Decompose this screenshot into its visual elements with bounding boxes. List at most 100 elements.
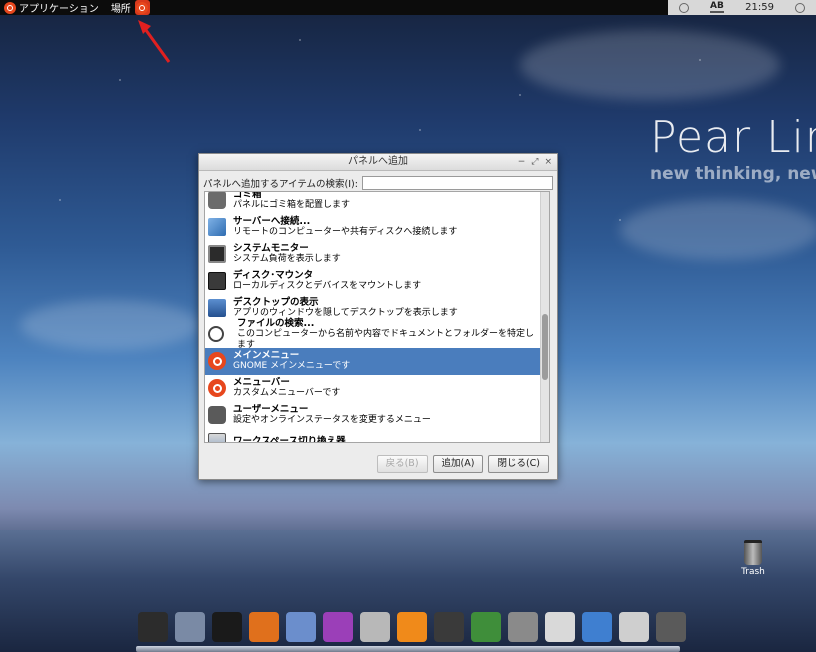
maximize-icon[interactable]: ⤢ [531,154,538,170]
search-icon [208,326,224,343]
list-item[interactable]: サーバーへ接続... リモートのコンピューターや共有ディスクへ接続します [205,214,541,241]
dialog-buttons: 戻る(B) 追加(A) 閉じる(C) [376,455,549,473]
show-desktop-icon [208,298,226,317]
power-icon[interactable] [795,2,806,13]
list-item-description: システム負荷を表示します [233,253,341,264]
list-item-text: ファイルの検索... このコンピューターから名前や内容でドキュメントとフォルダーを… [237,318,541,351]
close-icon[interactable]: × [544,154,552,170]
terminal-icon[interactable] [212,612,242,642]
trash-icon [208,192,226,210]
list-item-name: ユーザーメニュー [233,403,309,415]
search-row: パネルへ追加するアイテムの検索(I): [199,171,557,192]
vlc-icon[interactable] [397,612,427,642]
app-store-icon[interactable] [434,612,464,642]
add-button[interactable]: 追加(A) [432,455,484,473]
list-item-name: システムモニター [233,242,309,254]
scrollbar-thumb[interactable] [542,314,548,380]
list-item[interactable]: ディスク･マウンタ ローカルディスクとデバイスをマウントします [205,267,541,294]
red-arrow-annotation [138,20,171,63]
close-button[interactable]: 閉じる(C) [488,455,549,473]
list-item-description: パネルにゴミ箱を配置します [233,200,351,211]
list-item[interactable]: ファイルの検索... このコンピューターから名前や内容でドキュメントとフォルダーを… [205,318,541,351]
ubuntu-icon [208,352,226,371]
list-item-name: デスクトップの表示 [233,296,319,308]
list-item-text: ユーザーメニュー 設定やオンラインステータスを変更するメニュー [233,404,431,426]
list-item-description: ローカルディスクとデバイスをマウントします [233,280,422,291]
computer-icon[interactable] [138,612,168,642]
list-item[interactable]: メインメニュー GNOME メインメニューです [205,347,541,375]
list-item-name: メインメニュー [233,350,300,362]
desktop-trash-label: Trash [741,567,765,577]
list-item-name: ディスク･マウンタ [233,269,314,281]
dialog-titlebar[interactable]: パネルへ追加 − ⤢ × [199,154,557,171]
applications-menu-label: アプリケーション [19,4,99,15]
back-button[interactable]: 戻る(B) [376,455,428,473]
photo-viewer-icon[interactable] [286,612,316,642]
list-item[interactable]: ワークスペース切り換え器 [205,428,541,443]
dock-shelf [136,646,680,652]
cursor-icon[interactable] [582,612,612,642]
list-item-description: GNOME メインメニューです [233,361,351,372]
wallpaper-tagline: new thinking, new p [650,164,816,184]
wallpaper-cloud [620,200,816,260]
server-icon [208,218,226,237]
eye-icon[interactable] [323,612,353,642]
list-item-name: ワークスペース切り換え器 [233,436,346,443]
system-monitor-icon [208,244,226,263]
ubuntu-icon [208,378,226,397]
disc-burner-icon[interactable] [360,612,390,642]
wallpaper-brand-text: Pear Lin [650,112,816,163]
list-item-text: デスクトップの表示 アプリのウィンドウを隠してデスクトップを表示します [233,297,458,319]
applet-list[interactable]: ゴミ箱 パネルにゴミ箱を配置します サーバーへ接続... リモートのコンピューターや共… [204,191,550,443]
list-item[interactable]: メニューバー カスタムメニューバーです [205,375,541,402]
list-item-text: ディスク･マウンタ ローカルディスクとデバイスをマウントします [233,270,421,292]
list-item-name: サーバーへ接続... [233,216,311,228]
top-panel: アプリケーション 場所 AB 21:59 [0,0,816,15]
search-input[interactable] [361,176,553,190]
list-item-description: 設定やオンラインステータスを変更するメニュー [233,414,431,425]
list-item-description: このコンピューターから名前や内容でドキュメントとフォルダーを特定します [237,328,535,350]
panel-main-menu-button[interactable] [134,0,150,15]
chat-icon [208,405,226,424]
input-method-indicator[interactable]: AB [709,2,724,13]
window-controls: − ⤢ × [518,154,552,170]
list-item[interactable]: ユーザーメニュー 設定やオンラインステータスを変更するメニュー [205,401,541,428]
list-item-text: ゴミ箱 パネルにゴミ箱を配置します [233,191,351,211]
list-item[interactable]: システムモニター システム負荷を表示します [205,241,541,268]
list-item-name: メニューバー [233,376,290,388]
dock [136,612,686,652]
disk-icon [208,271,226,290]
list-item-text: メインメニュー GNOME メインメニューです [233,350,350,372]
list-item-description: リモートのコンピューターや共有ディスクへ接続します [233,227,458,238]
firefox-icon[interactable] [249,612,279,642]
places-menu[interactable]: 場所 [111,0,131,15]
add-to-panel-dialog: パネルへ追加 − ⤢ × パネルへ追加するアイテムの検索(I): ゴミ箱 パネルに… [198,153,558,480]
list-item-text: サーバーへ接続... リモートのコンピューターや共有ディスクへ接続します [233,216,457,238]
list-item-description: カスタムメニューバーです [233,387,341,398]
rocket-icon[interactable] [175,612,205,642]
panel-tray: AB 21:59 [668,0,816,15]
gimp-icon[interactable] [656,612,686,642]
list-item-name: ファイルの検索... [237,317,315,329]
panel-menus: アプリケーション 場所 [0,0,131,15]
network-icon[interactable] [678,2,689,13]
search-label: パネルへ追加するアイテムの検索(I): [203,179,358,190]
clock[interactable]: 21:59 [745,2,774,13]
network-icon[interactable] [471,612,501,642]
control-panel-icon[interactable] [619,612,649,642]
list-item-name: ゴミ箱 [233,191,262,201]
minimize-icon[interactable]: − [518,154,526,170]
list-item-text: システムモニター システム負荷を表示します [233,243,341,265]
desktop-trash[interactable]: Trash [736,540,770,577]
tools-icon[interactable] [545,612,575,642]
list-item[interactable]: ゴミ箱 パネルにゴミ箱を配置します [205,191,541,214]
applications-menu[interactable]: アプリケーション [4,0,99,15]
trash-icon [744,540,762,565]
dock-icons [138,612,686,642]
wallpaper-cloud [520,30,780,100]
list-item-text: メニューバー カスタムメニューバーです [233,377,340,399]
dialog-title: パネルへ追加 [348,156,408,167]
wallpaper-cloud [20,300,200,350]
list-scrollbar[interactable] [540,192,549,442]
camera-icon[interactable] [508,612,538,642]
